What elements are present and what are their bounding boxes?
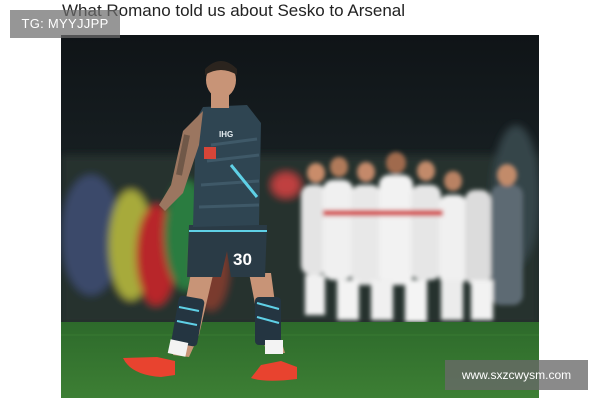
article-photo: IHG 30	[61, 35, 539, 398]
svg-text:IHG: IHG	[219, 130, 233, 139]
watermark-top-left: TG: MYYJJPP	[10, 10, 120, 38]
watermark-bottom-right: www.sxzcwysm.com	[445, 360, 588, 390]
shirt-number: 30	[233, 250, 252, 269]
match-photo-illustration: IHG 30	[61, 35, 539, 398]
